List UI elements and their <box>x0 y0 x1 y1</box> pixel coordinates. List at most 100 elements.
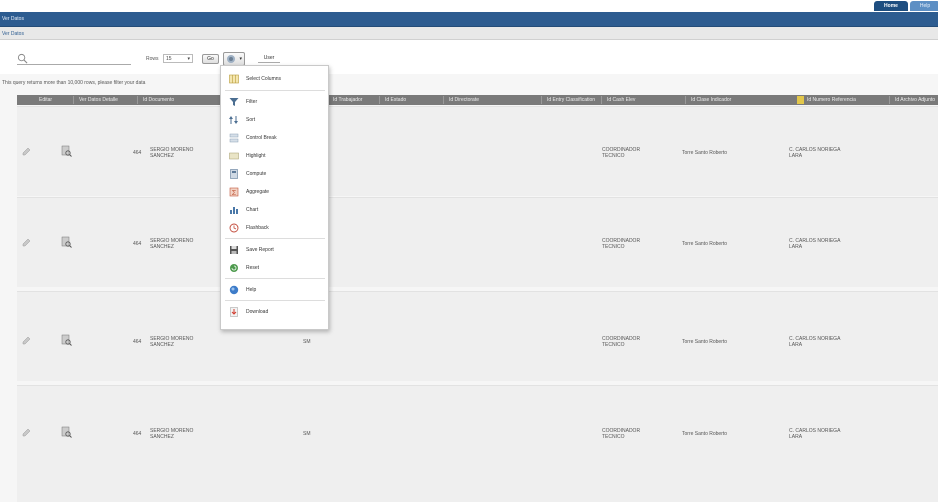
rows-label: Rows <box>146 56 159 62</box>
menu-item-sort[interactable]: Sort <box>221 111 330 129</box>
menu-item-download[interactable]: Download <box>221 303 330 321</box>
column-divider <box>889 96 890 104</box>
query-message: This query returns more than 10,000 rows… <box>2 80 146 86</box>
employee-name: SERGIO MORENO SANCHEZ <box>150 336 194 348</box>
view-detail-icon[interactable] <box>61 334 72 346</box>
column-header[interactable]: Id Clase Indicador <box>691 97 731 103</box>
chart-icon <box>230 207 238 214</box>
control-break-icon <box>229 133 239 143</box>
project: Torre Santo Roberto <box>682 150 728 156</box>
menu-item-label: Control Break <box>246 135 277 141</box>
column-header[interactable]: Id Entry Classification <box>547 97 595 103</box>
column-divider <box>541 96 542 104</box>
menu-item-reset[interactable]: Reset <box>221 259 330 277</box>
menu-item-chart[interactable]: Chart <box>221 201 330 219</box>
project: Torre Santo Roberto <box>682 431 728 437</box>
column-divider <box>443 96 444 104</box>
column-divider <box>137 96 138 104</box>
menu-separator <box>225 238 325 239</box>
svg-text:Σ: Σ <box>232 190 237 197</box>
compute-icon <box>230 169 238 179</box>
table-header: Editar Ver Datos Detalle Id Documento Id… <box>17 95 938 105</box>
manager: C. CARLOS NORIEGA LARA <box>789 238 841 250</box>
edit-icon[interactable] <box>21 238 31 248</box>
menu-item-aggregate[interactable]: Σ Aggregate <box>221 183 330 201</box>
column-header[interactable]: Editar <box>39 97 52 103</box>
role: COORDINADOR TECNICO <box>602 147 641 159</box>
column-header[interactable]: Id Estado <box>385 97 406 103</box>
column-header[interactable]: Id Archivo Adjunto <box>895 97 935 103</box>
menu-separator <box>225 90 325 91</box>
tab-home[interactable]: Home <box>874 1 908 11</box>
filter-icon <box>229 98 239 106</box>
actions-menu-button[interactable]: ▾ <box>223 52 245 66</box>
menu-item-label: Aggregate <box>246 189 270 195</box>
project: Torre Santo Roberto <box>682 241 728 247</box>
manager: C. CARLOS NORIEGA LARA <box>789 336 841 348</box>
go-button[interactable]: Go <box>202 54 219 64</box>
download-icon <box>230 307 238 317</box>
breadcrumb-item[interactable]: Ver Datos <box>2 31 24 37</box>
view-detail-icon[interactable] <box>61 145 72 157</box>
tab-help[interactable]: Help <box>910 1 938 11</box>
table-row: 464 SERGIO MORENO SANCHEZ SM COORDINADOR… <box>17 291 938 381</box>
menu-item-label: Chart <box>246 207 259 213</box>
menu-item-control-break[interactable]: Control Break <box>221 129 330 147</box>
manager: C. CARLOS NORIEGA LARA <box>789 428 841 440</box>
id-number: 464 <box>133 431 142 437</box>
help-icon <box>229 285 239 295</box>
gear-icon <box>227 55 235 63</box>
menu-item-label: Flashback <box>246 225 269 231</box>
view-detail-icon[interactable] <box>61 236 72 248</box>
column-header[interactable]: Id Documento <box>143 97 174 103</box>
search-input[interactable] <box>17 53 131 65</box>
menu-item-select-columns[interactable]: Select Columns <box>221 70 330 88</box>
column-divider <box>73 96 74 104</box>
edit-icon[interactable] <box>21 428 31 438</box>
role: COORDINADOR TECNICO <box>602 428 641 440</box>
edit-icon[interactable] <box>21 147 31 157</box>
menu-item-flashback[interactable]: Flashback <box>221 219 330 237</box>
menu-item-save-report[interactable]: Save Report <box>221 241 330 259</box>
reset-icon <box>230 264 238 272</box>
column-header[interactable]: Id Numero Referencia <box>807 97 856 103</box>
chevron-down-icon: ▾ <box>239 56 242 62</box>
menu-separator <box>225 278 325 279</box>
id-number: 464 <box>133 150 142 156</box>
table-row: 464 SERGIO MORENO SANCHEZ COORDINADOR TE… <box>17 197 938 287</box>
employee-name: SERGIO MORENO SANCHEZ <box>150 147 194 159</box>
nav-title: Ver Datos <box>2 16 24 22</box>
menu-item-filter[interactable]: Filter <box>221 93 330 111</box>
menu-item-label: Select Columns <box>246 76 282 82</box>
role: COORDINADOR TECNICO <box>602 238 641 250</box>
menu-item-highlight[interactable]: Highlight <box>221 147 330 165</box>
user-link[interactable]: User <box>258 55 280 63</box>
column-header[interactable]: Id Cash Elev <box>607 97 635 103</box>
menu-item-label: Save Report <box>246 247 274 253</box>
sort-icon <box>229 116 238 124</box>
edit-icon[interactable] <box>21 336 31 346</box>
column-header[interactable]: Ver Datos Detalle <box>79 97 118 103</box>
menu-item-help[interactable]: Help <box>221 281 330 299</box>
save-report-icon <box>230 246 238 254</box>
project: Torre Santo Roberto <box>682 339 728 345</box>
nav-bar: Ver Datos <box>0 12 938 27</box>
role: COORDINADOR TECNICO <box>602 336 641 348</box>
view-detail-icon[interactable] <box>61 426 72 438</box>
chevron-down-icon: ▾ <box>187 56 190 62</box>
search-icon[interactable] <box>17 53 28 64</box>
aggregate-icon: Σ <box>229 187 239 197</box>
breadcrumb: Ver Datos <box>0 27 938 40</box>
columns-icon <box>229 74 239 84</box>
rows-value: 15 <box>166 56 172 62</box>
column-header[interactable]: Id Directorate <box>449 97 479 103</box>
column-header[interactable]: Id Trabajador <box>333 97 362 103</box>
status-code: SM <box>303 431 311 437</box>
menu-item-compute[interactable]: Compute <box>221 165 330 183</box>
rows-select[interactable]: 15 ▾ <box>163 54 193 63</box>
menu-item-label: Download <box>246 309 269 315</box>
employee-name: SERGIO MORENO SANCHEZ <box>150 238 194 250</box>
manager: C. CARLOS NORIEGA LARA <box>789 147 841 159</box>
table-row: 464 SERGIO MORENO SANCHEZ SM COORDINADOR… <box>17 385 938 502</box>
menu-item-label: Filter <box>246 99 258 105</box>
